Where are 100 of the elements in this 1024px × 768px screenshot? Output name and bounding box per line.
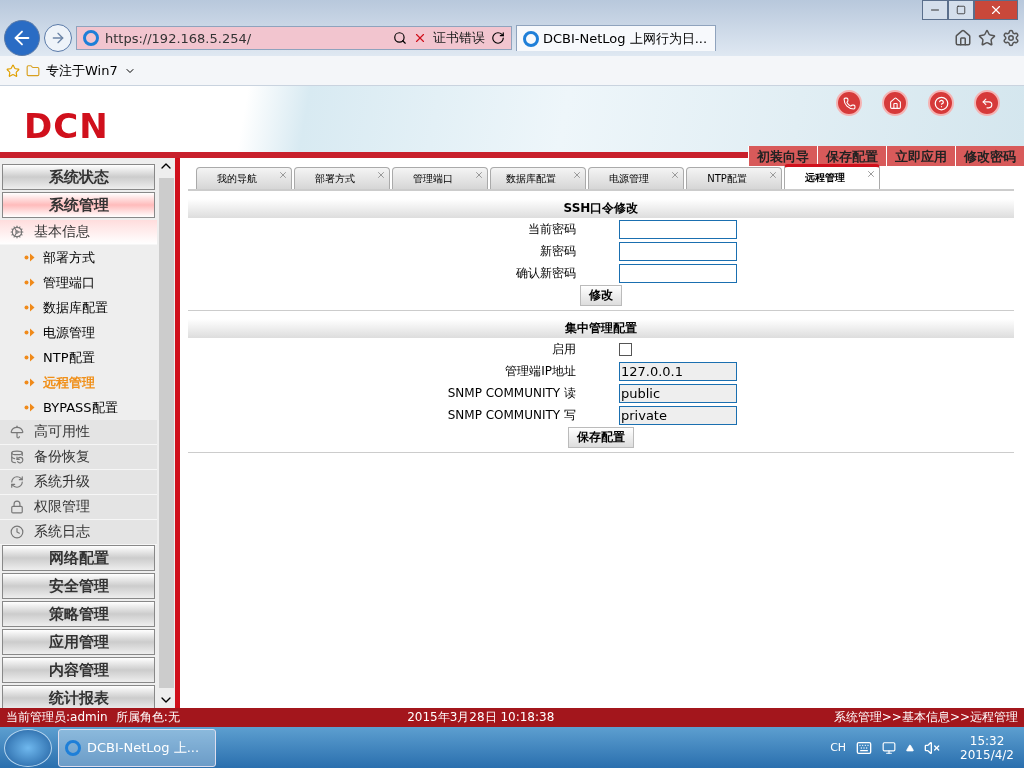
sidebar-group[interactable]: 系统升级	[0, 470, 157, 495]
lock-icon	[10, 500, 24, 514]
sidebar-section[interactable]: 系统状态	[2, 164, 155, 190]
sidebar-section[interactable]: 统计报表	[2, 685, 155, 708]
sidebar-group[interactable]: 系统日志	[0, 520, 157, 545]
browser-logo-icon	[523, 30, 539, 47]
sidebar-group[interactable]: 基本信息	[0, 220, 157, 245]
sidebar-section[interactable]: 内容管理	[2, 657, 155, 683]
bullet-arrow-icon	[24, 403, 35, 412]
sidebar-section[interactable]: 应用管理	[2, 629, 155, 655]
logout-button[interactable]	[974, 90, 1000, 116]
bullet-arrow-icon	[24, 278, 35, 287]
header-menu-button[interactable]: 保存配置	[817, 146, 886, 166]
bullet-arrow-icon	[24, 353, 35, 362]
undo-arrow-icon	[980, 96, 994, 110]
certificate-error-link[interactable]: 证书错误	[433, 29, 485, 47]
back-button[interactable]	[4, 20, 40, 56]
close-icon[interactable]	[572, 170, 582, 180]
page-tab[interactable]: 电源管理	[588, 167, 684, 189]
refresh-icon	[10, 475, 24, 489]
close-icon	[989, 3, 1003, 17]
field-label: 新密码	[539, 242, 576, 260]
page-tab[interactable]: 部署方式	[294, 167, 390, 189]
url-text: https://192.168.5.254/	[105, 30, 253, 46]
help-button[interactable]	[928, 90, 954, 116]
phone-button[interactable]	[836, 90, 862, 116]
close-icon[interactable]	[474, 170, 484, 180]
header-menu-button[interactable]: 修改密码	[955, 146, 1024, 166]
page-tab[interactable]: 数据库配置	[490, 167, 586, 189]
bullet-arrow-icon	[24, 328, 35, 337]
page-tab[interactable]: 管理端口	[392, 167, 488, 189]
database-icon	[10, 450, 24, 464]
close-icon[interactable]	[376, 170, 386, 180]
sidebar-group[interactable]: 权限管理	[0, 495, 157, 520]
clock-icon	[10, 525, 24, 539]
home-button[interactable]	[882, 90, 908, 116]
tray-expand-icon[interactable]	[906, 743, 915, 752]
section-title: 集中管理配置	[188, 319, 1014, 338]
sidebar-group[interactable]: 高可用性	[0, 420, 157, 445]
sidebar-section[interactable]: 安全管理	[2, 573, 155, 599]
start-button[interactable]	[4, 728, 52, 767]
language-indicator[interactable]: CH	[830, 741, 847, 754]
close-button[interactable]	[974, 0, 1018, 20]
header-menu-button[interactable]: 初装向导	[748, 146, 817, 166]
field-label: 启用	[551, 340, 576, 358]
clock-time: 15:32	[969, 733, 1005, 748]
address-bar[interactable]: https://192.168.5.254/ 证书错误	[76, 26, 512, 50]
close-icon[interactable]	[768, 170, 778, 180]
sidebar-section[interactable]: 策略管理	[2, 601, 155, 627]
password-field[interactable]	[619, 220, 737, 239]
browser-logo-icon	[65, 739, 81, 756]
sidebar-section[interactable]: 系统管理	[2, 192, 155, 218]
arrow-right-icon	[50, 30, 66, 46]
section-title: SSH口令修改	[188, 199, 1014, 218]
clock-date: 2015/4/2	[960, 747, 1014, 762]
bullet-arrow-icon	[24, 253, 35, 262]
error-icon	[413, 31, 427, 45]
bullet-arrow-icon	[24, 378, 35, 387]
admin-text: 当前管理员:admin	[6, 709, 108, 726]
header-menu-button[interactable]: 立即应用	[886, 146, 955, 166]
checkbox[interactable]	[619, 342, 632, 356]
gear-icon	[10, 225, 24, 239]
password-field[interactable]	[619, 264, 737, 283]
password-field[interactable]	[619, 242, 737, 261]
scrollbar-thumb[interactable]	[158, 178, 174, 688]
field-label: SNMP COMMUNITY 读	[446, 384, 576, 402]
bullet-arrow-icon	[24, 303, 35, 312]
help-icon	[933, 95, 949, 111]
keyboard-icon[interactable]	[856, 739, 873, 756]
minimize-button[interactable]	[922, 0, 948, 20]
folder-icon	[26, 63, 40, 78]
sidebar-section[interactable]: 网络配置	[2, 545, 155, 571]
network-icon[interactable]	[882, 740, 897, 755]
field-label: 确认新密码	[515, 264, 576, 282]
breadcrumb-text: 系统管理>>基本信息>>远程管理	[833, 709, 1018, 726]
refresh-icon[interactable]	[491, 31, 505, 45]
page-tab[interactable]: 远程管理	[784, 164, 880, 189]
submit-button[interactable]: 修改	[580, 285, 622, 306]
role-text: 所属角色:无	[115, 709, 180, 726]
favorites-link[interactable]: 专注于Win7	[46, 61, 118, 80]
close-icon[interactable]	[670, 170, 680, 180]
page-tab[interactable]: NTP配置	[686, 167, 782, 189]
home-icon[interactable]	[954, 29, 972, 47]
search-icon[interactable]	[393, 31, 407, 45]
close-icon[interactable]	[278, 170, 288, 180]
forward-button[interactable]	[44, 24, 72, 52]
close-icon[interactable]	[866, 169, 876, 179]
submit-button[interactable]: 保存配置	[568, 427, 634, 448]
star-icon[interactable]	[978, 29, 996, 47]
field-label: 管理端IP地址	[504, 362, 576, 380]
maximize-button[interactable]	[948, 0, 974, 20]
field-label: SNMP COMMUNITY 写	[446, 406, 576, 424]
favorites-star-icon[interactable]	[6, 63, 20, 78]
umbrella-icon	[10, 425, 24, 439]
page-tab[interactable]: 我的导航	[196, 167, 292, 189]
browser-tab[interactable]: DCBI-NetLog 上网行为日...	[516, 25, 716, 51]
browser-logo-icon	[83, 30, 99, 46]
sidebar-group[interactable]: 备份恢复	[0, 445, 157, 470]
settings-icon[interactable]	[1002, 29, 1020, 47]
volume-muted-icon[interactable]	[924, 739, 941, 756]
